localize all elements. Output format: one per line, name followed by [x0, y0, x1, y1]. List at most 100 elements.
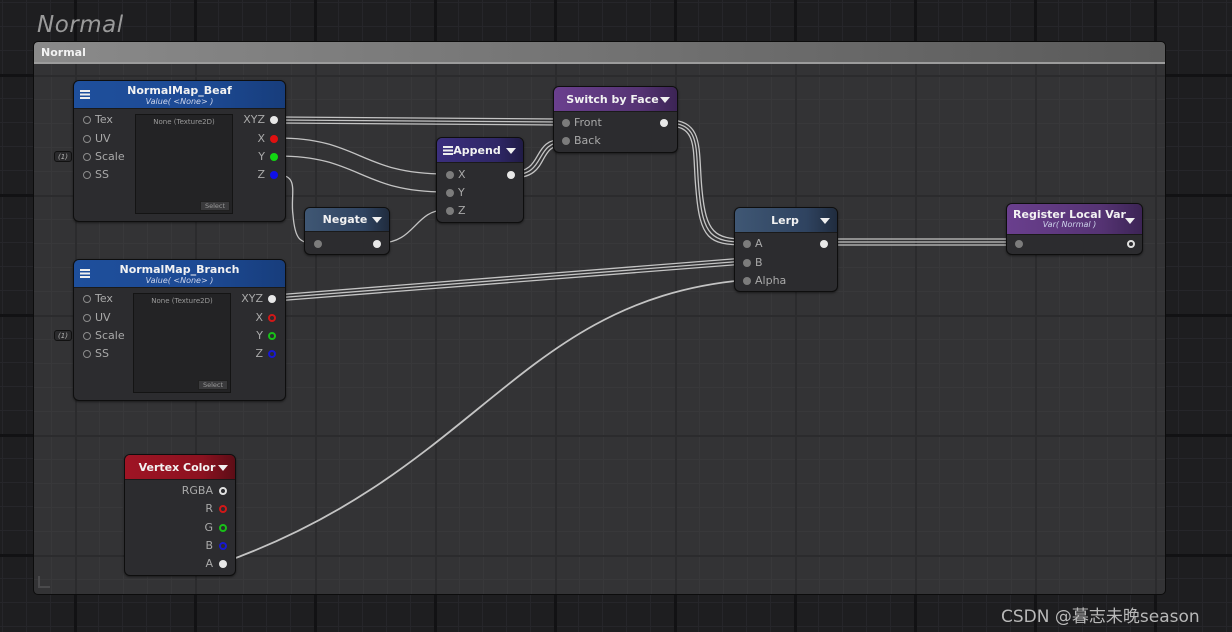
port-xyz-output[interactable] — [270, 116, 278, 124]
port-label-scale: Scale — [95, 329, 125, 342]
port-label-r: R — [205, 502, 213, 515]
group-header[interactable]: Normal — [34, 42, 1165, 64]
port-label-y: Y — [458, 186, 465, 199]
port-xyz-output[interactable] — [268, 295, 276, 303]
port-x-output[interactable] — [270, 135, 278, 143]
port-label-a: A — [755, 237, 763, 250]
port-input[interactable] — [1015, 240, 1023, 248]
port-label-tex: Tex — [95, 292, 113, 305]
node-title: NormalMap_Branch — [119, 263, 240, 276]
port-tex-input[interactable] — [83, 295, 91, 303]
port-label-g: G — [204, 521, 213, 534]
node-header[interactable]: Negate — [305, 208, 389, 232]
node-title: Switch by Face — [566, 93, 659, 106]
port-label-ss: SS — [95, 347, 109, 360]
node-normalmap-branch[interactable]: NormalMap_Branch Value( <None> ) Tex UV … — [73, 259, 286, 401]
node-vertex-color[interactable]: Vertex Color RGBA R G B A — [124, 454, 236, 576]
port-output[interactable] — [660, 119, 668, 127]
port-r-output[interactable] — [219, 505, 227, 513]
port-ss-input[interactable] — [83, 350, 91, 358]
port-ss-input[interactable] — [83, 171, 91, 179]
port-label-scale: Scale — [95, 150, 125, 163]
port-output[interactable] — [1127, 240, 1135, 248]
texture-select-button[interactable]: Select — [200, 201, 230, 211]
texture-preview[interactable]: None (Texture2D) Select — [133, 293, 231, 393]
port-scale-input[interactable] — [83, 153, 91, 161]
port-z-output[interactable] — [270, 171, 278, 179]
port-label-a: A — [205, 557, 213, 570]
dropdown-arrow-icon[interactable] — [218, 465, 228, 471]
port-output[interactable] — [373, 240, 381, 248]
node-lerp[interactable]: Lerp A B Alpha — [734, 207, 838, 292]
port-label-x: X — [257, 132, 265, 145]
port-label-uv: UV — [95, 311, 111, 324]
port-a-output[interactable] — [219, 560, 227, 568]
node-header[interactable]: NormalMap_Branch Value( <None> ) — [74, 260, 285, 288]
port-label-front: Front — [574, 116, 602, 129]
texture-preview[interactable]: None (Texture2D) Select — [135, 114, 233, 214]
port-output[interactable] — [507, 171, 515, 179]
node-header[interactable]: Append — [437, 138, 523, 163]
node-header[interactable]: Register Local Var Var( Normal ) — [1007, 204, 1142, 235]
port-uv-input[interactable] — [83, 135, 91, 143]
group-title: Normal — [41, 46, 86, 59]
group-resize-handle[interactable] — [38, 576, 50, 588]
scale-default-badge[interactable]: (1) — [54, 330, 72, 341]
node-header[interactable]: Vertex Color — [125, 455, 235, 480]
port-label-uv: UV — [95, 132, 111, 145]
port-scale-input[interactable] — [83, 332, 91, 340]
node-header[interactable]: Switch by Face — [554, 87, 677, 112]
port-alpha-input[interactable] — [743, 277, 751, 285]
texture-label: None (Texture2D) — [153, 118, 215, 126]
port-label-b: B — [205, 539, 213, 552]
node-switch-by-face[interactable]: Switch by Face Front Back — [553, 86, 678, 153]
texture-label: None (Texture2D) — [151, 297, 213, 305]
port-label-z: Z — [458, 204, 466, 217]
dropdown-arrow-icon[interactable] — [660, 97, 670, 103]
port-tex-input[interactable] — [83, 116, 91, 124]
node-normalmap-beaf[interactable]: NormalMap_Beaf Value( <None> ) Tex UV Sc… — [73, 80, 286, 222]
node-register-local-var[interactable]: Register Local Var Var( Normal ) — [1006, 203, 1143, 255]
node-subtitle: Value( <None> ) — [145, 276, 214, 285]
port-label-x: X — [255, 311, 263, 324]
port-y-output[interactable] — [270, 153, 278, 161]
port-back-input[interactable] — [562, 137, 570, 145]
port-b-output[interactable] — [219, 542, 227, 550]
port-label-xyz: XYZ — [243, 113, 265, 126]
port-b-input[interactable] — [743, 259, 751, 267]
port-label-z: Z — [257, 168, 265, 181]
scale-default-badge[interactable]: (1) — [54, 151, 72, 162]
port-z-output[interactable] — [268, 350, 276, 358]
port-uv-input[interactable] — [83, 314, 91, 322]
node-negate[interactable]: Negate — [304, 207, 390, 255]
node-title: NormalMap_Beaf — [127, 84, 232, 97]
port-label-x: X — [458, 168, 466, 181]
dropdown-arrow-icon[interactable] — [820, 218, 830, 224]
port-a-input[interactable] — [743, 240, 751, 248]
port-y-input[interactable] — [446, 189, 454, 197]
port-g-output[interactable] — [219, 524, 227, 532]
canvas-title: Normal — [37, 12, 124, 38]
port-rgba-output[interactable] — [219, 487, 227, 495]
node-subtitle: Value( <None> ) — [145, 97, 214, 106]
port-label-y: Y — [256, 329, 263, 342]
node-header[interactable]: Lerp — [735, 208, 837, 233]
dropdown-arrow-icon[interactable] — [372, 217, 382, 223]
port-input[interactable] — [314, 240, 322, 248]
port-output[interactable] — [820, 240, 828, 248]
port-y-output[interactable] — [268, 332, 276, 340]
port-label-back: Back — [574, 134, 601, 147]
dropdown-arrow-icon[interactable] — [506, 148, 516, 154]
watermark: CSDN @暮志未晚season — [1001, 607, 1200, 627]
port-x-output[interactable] — [268, 314, 276, 322]
node-append[interactable]: Append X Y Z — [436, 137, 524, 223]
port-label-tex: Tex — [95, 113, 113, 126]
port-z-input[interactable] — [446, 207, 454, 215]
port-label-b: B — [755, 256, 763, 269]
dropdown-arrow-icon[interactable] — [1125, 218, 1135, 224]
port-label-rgba: RGBA — [181, 484, 213, 497]
port-x-input[interactable] — [446, 171, 454, 179]
texture-select-button[interactable]: Select — [198, 380, 228, 390]
port-front-input[interactable] — [562, 119, 570, 127]
node-header[interactable]: NormalMap_Beaf Value( <None> ) — [74, 81, 285, 109]
